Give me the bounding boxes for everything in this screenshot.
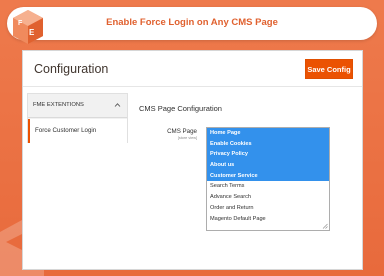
admin-panel: Configuration Save Config FME EXTENTIONS… — [22, 50, 363, 270]
field-scope-label: [store view] — [177, 136, 197, 140]
option-home-page[interactable]: Home Page — [207, 128, 329, 139]
cms-page-field-label: CMS Page — [167, 128, 197, 135]
chevron-up-icon — [114, 103, 121, 107]
option-enable-cookies[interactable]: Enable Cookies — [207, 138, 329, 150]
page-title: Configuration — [34, 62, 109, 76]
option-magento-default-page[interactable]: Magento Default Page — [207, 214, 329, 225]
section-title: CMS Page Configuration — [139, 104, 222, 113]
svg-text:E: E — [29, 28, 35, 37]
option-advance-search[interactable]: Advance Search — [207, 192, 329, 203]
option-about-us[interactable]: About us — [207, 160, 329, 171]
option-search-terms[interactable]: Search Terms — [207, 181, 329, 192]
save-config-button[interactable]: Save Config — [305, 59, 353, 79]
option-privacy-policy[interactable]: Privacy Policy — [207, 149, 329, 161]
option-customer-service[interactable]: Customer Service — [207, 170, 329, 182]
sidebar-section-toggle[interactable]: FME EXTENTIONS — [28, 94, 127, 118]
banner-title: Enable Force Login on Any CMS Page — [106, 17, 278, 28]
page-header: Configuration Save Config — [23, 51, 362, 87]
sidebar-section-label: FME EXTENTIONS — [33, 102, 84, 108]
sidebar-item-label: Force Customer Login — [35, 127, 97, 134]
header-banner: F E Enable Force Login on Any CMS Page — [7, 7, 377, 44]
cms-page-multiselect[interactable]: Home Page Enable Cookies Privacy Policy … — [206, 127, 330, 231]
config-sidebar: FME EXTENTIONS Force Customer Login — [27, 93, 128, 143]
resize-grip-icon[interactable] — [322, 223, 328, 229]
option-order-and-return[interactable]: Order and Return — [207, 203, 329, 214]
sidebar-item-force-customer-login[interactable]: Force Customer Login — [28, 119, 127, 143]
